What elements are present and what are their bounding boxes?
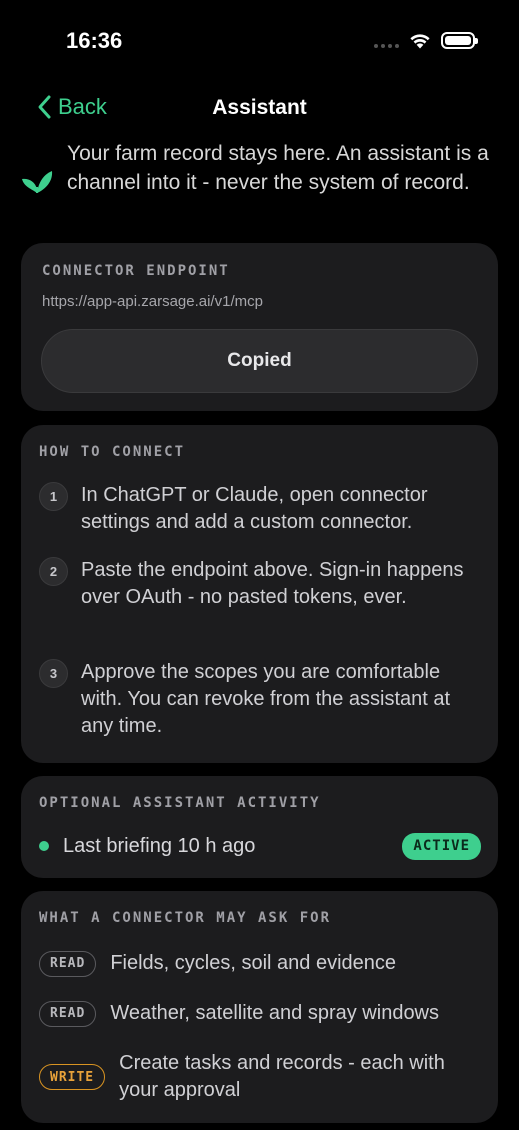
step-2: 2 Paste the endpoint above. Sign-in happ… <box>39 557 486 611</box>
nav-bar: Back Assistant <box>0 88 519 132</box>
scope-text: Create tasks and records - each with you… <box>119 1052 445 1101</box>
intro: Your farm record stays here. An assistan… <box>20 139 500 197</box>
intro-text: Your farm record stays here. An assistan… <box>67 142 489 194</box>
copy-endpoint-button[interactable]: Copied <box>41 329 478 393</box>
step-number: 1 <box>39 482 68 511</box>
how-to-connect-label: HOW TO CONNECT <box>39 444 186 460</box>
scope-text: Fields, cycles, soil and evidence <box>110 952 397 974</box>
assistant-activity-card: OPTIONAL ASSISTANT ACTIVITY Last briefin… <box>21 776 498 878</box>
endpoint-url: https://app-api.zarsage.ai/v1/mcp <box>42 293 263 310</box>
assistant-screen: 16:36 Back Assistant Your farm record st… <box>0 0 519 1130</box>
step-1: 1 In ChatGPT or Claude, open connector s… <box>39 482 486 536</box>
read-badge: READ <box>39 1000 97 1027</box>
activity-row: Last briefing 10 h ago ACTIVE <box>39 831 481 861</box>
connector-scopes-card: WHAT A CONNECTOR MAY ASK FOR READ Fields… <box>21 891 498 1123</box>
step-text: Paste the endpoint above. Sign-in happen… <box>81 559 464 608</box>
wifi-icon <box>410 34 430 49</box>
step-text: In ChatGPT or Claude, open connector set… <box>81 484 428 533</box>
scope-item: READ Fields, cycles, soil and evidence <box>39 950 396 977</box>
scope-item: WRITE Create tasks and records - each wi… <box>39 1050 459 1104</box>
status-badge: ACTIVE <box>402 832 481 860</box>
status-bar: 16:36 <box>0 0 519 80</box>
step-text: Approve the scopes you are comfortable w… <box>81 661 451 737</box>
battery-icon <box>441 32 478 49</box>
status-time: 16:36 <box>66 28 123 53</box>
step-3: 3 Approve the scopes you are comfortable… <box>39 659 486 740</box>
write-badge: WRITE <box>39 1064 106 1090</box>
endpoint-label: CONNECTOR ENDPOINT <box>42 263 230 279</box>
leaf-icon <box>22 171 53 193</box>
endpoint-card: CONNECTOR ENDPOINT https://app-api.zarsa… <box>21 243 498 411</box>
last-briefing-text: Last briefing 10 h ago <box>63 834 256 857</box>
scopes-label: WHAT A CONNECTOR MAY ASK FOR <box>39 910 332 926</box>
how-to-connect-card: HOW TO CONNECT 1 In ChatGPT or Claude, o… <box>21 425 498 763</box>
scope-text: Weather, satellite and spray windows <box>110 1002 440 1024</box>
signal-icon <box>374 34 399 48</box>
activity-label: OPTIONAL ASSISTANT ACTIVITY <box>39 795 321 811</box>
status-dot <box>39 841 49 851</box>
status-icons <box>374 32 478 49</box>
step-number: 2 <box>39 557 68 586</box>
scope-item: READ Weather, satellite and spray window… <box>39 1000 439 1027</box>
step-number: 3 <box>39 659 68 688</box>
read-badge: READ <box>39 950 97 977</box>
page-title: Assistant <box>212 96 307 119</box>
